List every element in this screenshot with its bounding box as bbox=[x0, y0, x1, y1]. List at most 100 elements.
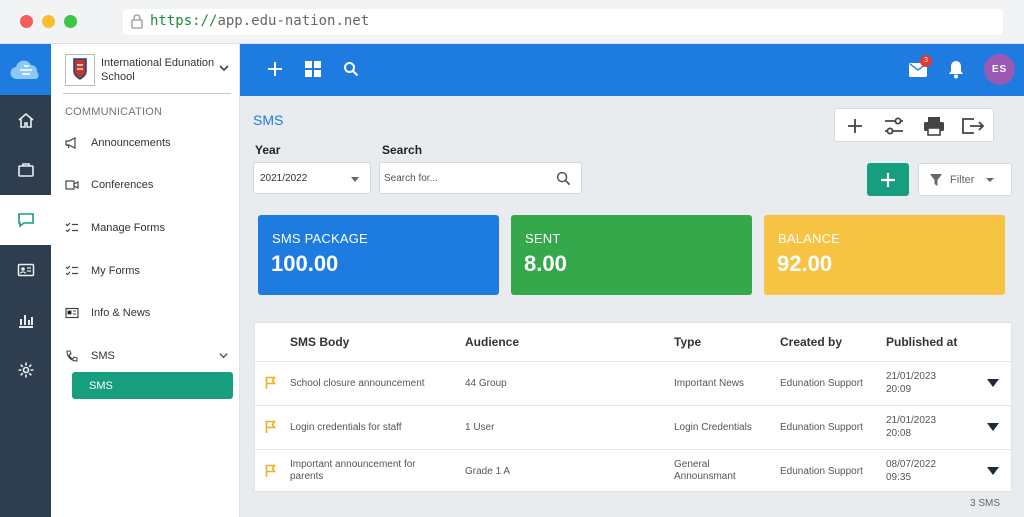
flag-icon bbox=[265, 376, 276, 389]
phone-icon bbox=[65, 349, 91, 363]
cloud-icon bbox=[9, 60, 39, 79]
cell-date: 21/01/2023 bbox=[886, 415, 937, 426]
search-icon[interactable] bbox=[556, 171, 571, 191]
year-value: 2021/2022 bbox=[260, 173, 308, 184]
settings-sliders-icon[interactable] bbox=[883, 116, 905, 141]
search-icon[interactable] bbox=[343, 61, 359, 82]
print-icon[interactable] bbox=[923, 116, 945, 141]
add-sms-button[interactable] bbox=[867, 163, 909, 196]
close-window-dot[interactable] bbox=[20, 15, 33, 28]
sidebar-item-manage-forms[interactable]: Manage Forms bbox=[65, 216, 235, 240]
rail-briefcase[interactable] bbox=[0, 145, 51, 195]
col-header-published-at[interactable]: Published at bbox=[886, 335, 957, 349]
address-bar[interactable]: https://app.edu-nation.net bbox=[123, 9, 1003, 35]
sidebar-item-label: Manage Forms bbox=[91, 222, 165, 234]
caret-down-icon bbox=[986, 178, 994, 182]
rail-chat[interactable] bbox=[0, 195, 51, 245]
table-row[interactable]: Login credentials for staff 1 User Login… bbox=[255, 405, 1011, 449]
cell-created-by: Edunation Support bbox=[780, 466, 863, 477]
cell-type: General Announsmant bbox=[674, 459, 736, 482]
col-header-body[interactable]: SMS Body bbox=[290, 335, 349, 349]
cell-audience: Grade 1 A bbox=[465, 466, 511, 477]
sidebar: International Edunation School COMMUNICA… bbox=[51, 44, 240, 517]
sidebar-item-sms[interactable]: SMS bbox=[65, 344, 235, 368]
col-header-created-by[interactable]: Created by bbox=[780, 335, 842, 349]
sidebar-item-info-news[interactable]: Info & News bbox=[65, 301, 235, 325]
col-header-type[interactable]: Type bbox=[674, 335, 701, 349]
cell-type: Login Credentials bbox=[674, 422, 752, 433]
cell-body: Login credentials for staff bbox=[290, 422, 402, 433]
cell-date: 08/07/2022 bbox=[886, 459, 937, 470]
app-logo[interactable] bbox=[0, 44, 51, 95]
maximize-window-dot[interactable] bbox=[64, 15, 77, 28]
cell-date: 21/01/2023 bbox=[886, 371, 937, 382]
card-title: SENT bbox=[525, 231, 561, 246]
funnel-icon bbox=[930, 174, 942, 186]
filter-label: Filter bbox=[950, 174, 975, 186]
expand-row-icon[interactable] bbox=[987, 467, 999, 475]
expand-row-icon[interactable] bbox=[987, 423, 999, 431]
search-input[interactable] bbox=[379, 162, 582, 194]
balance-card: BALANCE 92.00 bbox=[764, 215, 1005, 295]
year-select[interactable]: 2021/2022 bbox=[253, 162, 371, 194]
briefcase-icon bbox=[17, 163, 34, 177]
sidebar-item-my-forms[interactable]: My Forms bbox=[65, 259, 235, 283]
school-switcher[interactable]: International Edunation School bbox=[63, 52, 231, 94]
rail-id-card[interactable] bbox=[0, 245, 51, 295]
export-icon[interactable] bbox=[961, 116, 985, 141]
cell-time: 20:08 bbox=[886, 428, 912, 439]
rail-settings[interactable] bbox=[0, 345, 51, 395]
sidebar-subitem-sms[interactable]: SMS bbox=[72, 372, 233, 399]
plus-icon bbox=[881, 172, 895, 187]
year-label: Year bbox=[255, 143, 281, 157]
card-title: SMS PACKAGE bbox=[272, 231, 368, 246]
table-row[interactable]: School closure announcement 44 Group Imp… bbox=[255, 361, 1011, 405]
search-label: Search bbox=[382, 143, 423, 157]
cell-audience: 1 User bbox=[465, 422, 495, 433]
chevron-down-icon bbox=[219, 65, 229, 72]
news-icon bbox=[65, 307, 91, 319]
minimize-window-dot[interactable] bbox=[42, 15, 55, 28]
sms-table: SMS Body Audience Type Created by Publis… bbox=[254, 322, 1012, 492]
card-value: 92.00 bbox=[777, 251, 833, 276]
col-header-audience[interactable]: Audience bbox=[465, 335, 519, 349]
chart-icon bbox=[18, 315, 33, 328]
sidebar-item-conferences[interactable]: Conferences bbox=[65, 173, 235, 197]
chevron-down-icon bbox=[219, 353, 228, 359]
id-card-icon bbox=[17, 263, 34, 277]
bell-icon[interactable] bbox=[948, 60, 964, 84]
page-title: SMS bbox=[253, 112, 284, 128]
rail-chart[interactable] bbox=[0, 295, 51, 345]
chat-icon bbox=[17, 213, 34, 228]
sms-package-card: SMS PACKAGE 100.00 bbox=[258, 215, 499, 295]
browser-chrome: https://app.edu-nation.net bbox=[0, 0, 1024, 44]
video-icon bbox=[65, 179, 91, 191]
filter-button[interactable]: Filter bbox=[918, 163, 1012, 196]
table-row[interactable]: Important announcement for parents Grade… bbox=[255, 449, 1011, 493]
avatar[interactable]: ES bbox=[984, 54, 1015, 85]
expand-row-icon[interactable] bbox=[987, 379, 999, 387]
gear-icon bbox=[18, 362, 33, 378]
sidebar-item-label: Info & News bbox=[91, 307, 151, 319]
rail-home[interactable] bbox=[0, 95, 51, 145]
cell-audience: 44 Group bbox=[465, 378, 507, 389]
checklist-icon bbox=[65, 265, 91, 277]
card-value: 100.00 bbox=[271, 251, 339, 276]
grid-icon[interactable] bbox=[305, 61, 321, 82]
card-title: BALANCE bbox=[778, 231, 841, 246]
add-icon[interactable] bbox=[846, 116, 864, 141]
home-icon bbox=[17, 112, 34, 128]
megaphone-icon bbox=[65, 137, 91, 149]
sidebar-item-label: SMS bbox=[91, 350, 115, 362]
cell-created-by: Edunation Support bbox=[780, 378, 863, 389]
sidebar-item-announcements[interactable]: Announcements bbox=[65, 131, 235, 155]
cell-time: 20:09 bbox=[886, 384, 912, 395]
school-name: International Edunation School bbox=[101, 57, 215, 83]
sent-card: SENT 8.00 bbox=[511, 215, 752, 295]
mail-badge: 3 bbox=[920, 55, 932, 67]
cell-time: 09:35 bbox=[886, 472, 912, 483]
actions-toolbar bbox=[834, 108, 994, 142]
result-count: 3 SMS bbox=[970, 498, 1001, 509]
lock-icon bbox=[131, 14, 143, 34]
plus-icon[interactable] bbox=[267, 59, 283, 84]
